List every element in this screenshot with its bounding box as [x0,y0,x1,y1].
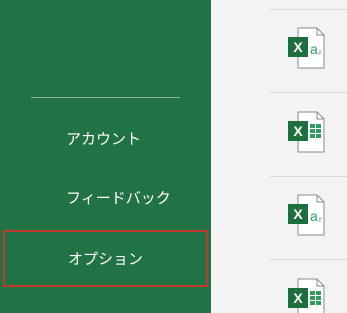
svg-text:X: X [293,123,303,139]
svg-text:r: r [319,215,322,224]
backstage-view: アカウント フィードバック オプション X a r X X a r X [0,0,347,313]
svg-text:r: r [319,48,322,57]
sidebar-divider [31,97,180,98]
sidebar-item-label: オプション [68,250,144,268]
sidebar-item-label: アカウント [66,130,142,148]
backstage-sidebar: アカウント フィードバック オプション [0,0,211,313]
svg-text:X: X [293,39,303,55]
sidebar-item-label: フィードバック [66,189,171,207]
svg-text:X: X [293,206,303,222]
row-divider [270,9,347,10]
sidebar-item-feedback[interactable]: フィードバック [0,171,211,225]
excel-addin-file-icon[interactable]: X a r [286,193,326,237]
row-divider [270,259,347,260]
sidebar-item-options[interactable]: オプション [3,230,208,287]
excel-addin-file-icon[interactable]: X a r [286,26,326,70]
sidebar-item-account[interactable]: アカウント [0,112,211,166]
svg-text:X: X [293,290,303,306]
svg-text:a: a [310,208,318,224]
excel-workbook-file-icon[interactable]: X [286,277,326,313]
svg-text:a: a [310,41,318,57]
excel-workbook-file-icon[interactable]: X [286,110,326,154]
row-divider [270,176,347,177]
row-divider [270,92,347,93]
recent-files-panel: X a r X X a r X [211,0,347,313]
